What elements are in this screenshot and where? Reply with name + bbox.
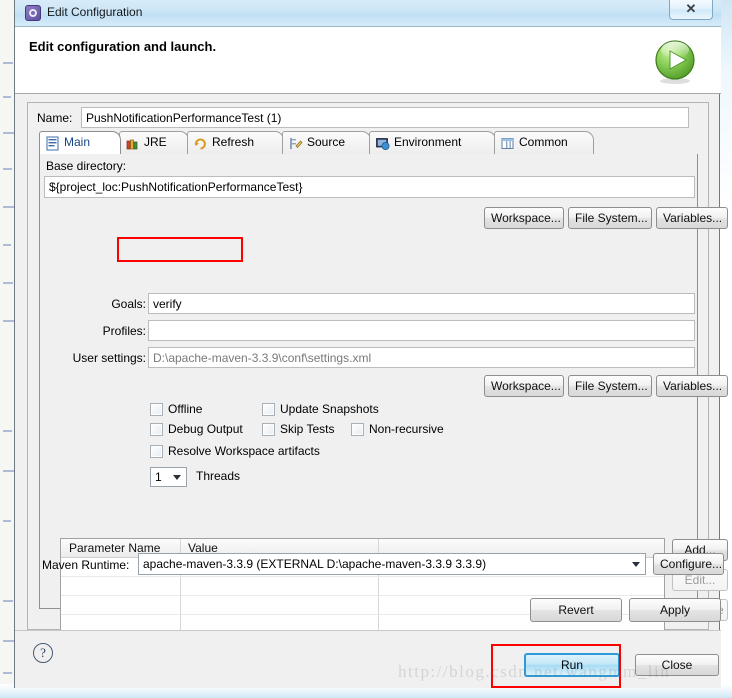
checkbox-skip-tests[interactable] [262, 423, 275, 436]
main-form-icon [46, 136, 59, 151]
main-tab-panel: Base directory: ${project_loc:PushNotifi… [39, 154, 728, 635]
environment-monitor-icon [376, 138, 390, 150]
goals-label: Goals: [111, 297, 146, 311]
checkbox-offline[interactable] [150, 403, 163, 416]
base-directory-label: Base directory: [46, 159, 127, 173]
base-dir-workspace-button[interactable]: Workspace... [484, 207, 564, 229]
common-table-icon [501, 138, 514, 149]
close-button[interactable]: Close [635, 654, 719, 676]
checkbox-skip-tests-label: Skip Tests [280, 422, 335, 436]
tab-environment-label: Environment [394, 135, 462, 149]
background-right-edge [720, 0, 732, 698]
checkbox-resolve-workspace-artifacts-label: Resolve Workspace artifacts [168, 444, 320, 458]
row-divider [61, 595, 664, 596]
tab-main-label: Main [64, 135, 91, 149]
threads-combo-value: 1 [155, 470, 162, 484]
dialog-titlebar: Edit Configuration ✕ [15, 0, 721, 27]
jre-books-icon [126, 139, 138, 150]
tab-refresh-label: Refresh [212, 135, 255, 149]
maven-runtime-label: Maven Runtime: [42, 558, 130, 572]
profiles-input[interactable] [148, 320, 695, 341]
checkbox-non-recursive[interactable] [351, 423, 364, 436]
edit-configuration-dialog: Edit Configuration ✕ Edit configuration … [14, 0, 728, 688]
configuration-content: Name: PushNotificationPerformanceTest (1… [27, 102, 728, 635]
base-dir-variables-button[interactable]: Variables... [656, 207, 728, 229]
settings-variables-button[interactable]: Variables... [656, 375, 728, 397]
checkbox-update-snapshots[interactable] [262, 403, 275, 416]
tab-strip: Main JRE Refresh Source Environment Comm… [39, 131, 698, 154]
tab-source-label: Source [307, 135, 346, 149]
help-icon[interactable]: ? [33, 643, 53, 663]
name-label: Name: [37, 111, 73, 125]
user-settings-label: User settings: [72, 351, 146, 365]
goals-input[interactable]: verify [148, 293, 695, 314]
checkbox-non-recursive-label: Non-recursive [369, 422, 444, 436]
tab-common[interactable]: Common [494, 131, 594, 154]
window-close-button[interactable]: ✕ [669, 0, 713, 20]
tab-jre-label: JRE [144, 135, 167, 149]
chevron-down-icon [632, 562, 640, 567]
configure-maven-runtime-button[interactable]: Configure... [653, 553, 724, 575]
tab-jre[interactable]: JRE [119, 131, 189, 154]
threads-combo[interactable]: 1 [150, 467, 187, 487]
dialog-title: Edit Configuration [47, 5, 143, 19]
source-pencil-icon [290, 138, 303, 149]
run-button[interactable]: Run [524, 653, 620, 677]
row-divider [61, 576, 664, 577]
gear-icon [25, 5, 41, 21]
base-dir-filesystem-button[interactable]: File System... [568, 207, 652, 229]
checkbox-debug-output[interactable] [150, 423, 163, 436]
chevron-down-icon [173, 475, 181, 480]
checkbox-offline-label: Offline [168, 402, 203, 416]
tab-environment[interactable]: Environment [369, 131, 496, 154]
tab-common-label: Common [519, 135, 568, 149]
apply-button[interactable]: Apply [629, 598, 721, 622]
profiles-label: Profiles: [102, 324, 146, 338]
maven-runtime-combo[interactable]: apache-maven-3.3.9 (EXTERNAL D:\apache-m… [138, 553, 646, 575]
settings-workspace-button[interactable]: Workspace... [484, 375, 564, 397]
refresh-arrows-icon [194, 138, 206, 150]
base-directory-input[interactable]: ${project_loc:PushNotificationPerformanc… [44, 176, 695, 198]
user-settings-input[interactable]: D:\apache-maven-3.3.9\conf\settings.xml [148, 347, 695, 368]
run-play-icon [655, 40, 695, 84]
checkbox-update-snapshots-label: Update Snapshots [280, 402, 379, 416]
tab-source[interactable]: Source [282, 131, 371, 154]
dialog-header: Edit configuration and launch. [15, 27, 721, 94]
header-title: Edit configuration and launch. [29, 39, 217, 54]
configuration-name-input[interactable]: PushNotificationPerformanceTest (1) [81, 107, 689, 128]
tab-main[interactable]: Main [39, 131, 121, 154]
settings-filesystem-button[interactable]: File System... [568, 375, 652, 397]
close-icon: ✕ [685, 1, 697, 16]
checkbox-resolve-workspace-artifacts[interactable] [150, 445, 163, 458]
revert-button[interactable]: Revert [530, 598, 622, 622]
maven-runtime-value: apache-maven-3.3.9 (EXTERNAL D:\apache-m… [143, 557, 487, 571]
threads-label: Threads [196, 469, 241, 483]
checkbox-debug-output-label: Debug Output [168, 422, 243, 436]
tab-refresh[interactable]: Refresh [187, 131, 284, 154]
